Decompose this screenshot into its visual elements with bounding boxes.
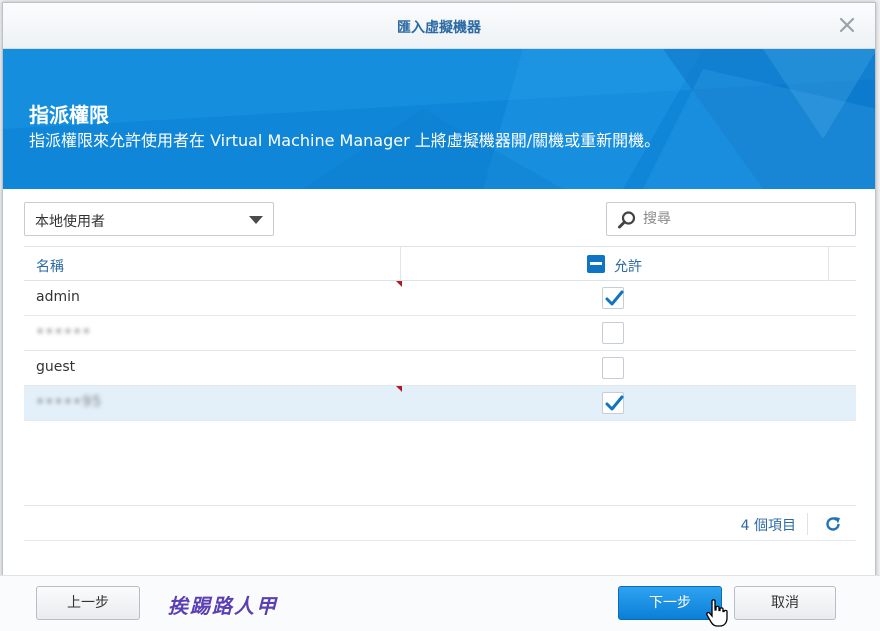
grid-toolbar: 本地使用者 <box>24 202 856 236</box>
allow-checkbox[interactable] <box>602 287 624 309</box>
dirty-flag-icon <box>396 281 402 287</box>
chevron-down-icon <box>249 216 263 224</box>
user-name: •••••95 <box>36 394 103 410</box>
table-row[interactable]: admin <box>24 281 856 316</box>
grid-footer: 4 個項目 <box>24 505 856 541</box>
table-row[interactable]: guest <box>24 351 856 386</box>
grid-header: 名稱 允許 <box>24 247 856 281</box>
search-icon <box>617 210 637 234</box>
table-row[interactable]: •••••95 <box>24 386 856 421</box>
user-name: admin <box>36 289 80 305</box>
banner-description: 指派權限來允許使用者在 Virtual Machine Manager 上將虛擬… <box>29 131 661 150</box>
select-all-checkbox[interactable] <box>587 255 605 273</box>
user-type-select[interactable]: 本地使用者 <box>24 202 274 236</box>
banner-heading: 指派權限 <box>29 103 109 127</box>
dialog-titlebar: 匯入虛擬機器 <box>3 3 875 49</box>
column-header-name[interactable]: 名稱 <box>36 256 64 276</box>
column-header-allow[interactable]: 允許 <box>614 256 642 276</box>
cancel-button[interactable]: 取消 <box>734 586 836 620</box>
user-name: guest <box>36 359 76 375</box>
table-row[interactable]: •••••• <box>24 316 856 351</box>
allow-checkbox[interactable] <box>602 322 624 344</box>
user-type-value: 本地使用者 <box>35 214 105 230</box>
checkmark-icon <box>605 290 624 306</box>
search-box[interactable] <box>606 202 856 236</box>
allow-checkbox[interactable] <box>602 392 624 414</box>
divider <box>807 513 808 535</box>
dialog-title: 匯入虛擬機器 <box>397 20 481 36</box>
checkmark-icon <box>605 395 624 411</box>
dialog-footer: 上一步 挨踢路人甲 下一步 取消 <box>0 575 880 631</box>
grid-body: admin •••••• guest •••••95 <box>24 281 856 421</box>
user-name: •••••• <box>36 324 92 340</box>
hand-cursor-icon <box>704 598 730 631</box>
column-divider <box>828 247 829 281</box>
refresh-icon[interactable] <box>824 515 842 537</box>
header-banner: 指派權限 指派權限來允許使用者在 Virtual Machine Manager… <box>3 49 875 189</box>
item-count: 4 個項目 <box>740 518 796 534</box>
permission-grid: 名稱 允許 admin •••••• guest •••••95 4 個項目 <box>24 246 856 542</box>
column-divider <box>400 247 401 281</box>
banner-background <box>3 49 875 189</box>
dirty-flag-icon <box>396 386 402 392</box>
allow-checkbox[interactable] <box>602 357 624 379</box>
search-input[interactable] <box>643 209 843 229</box>
watermark-text: 挨踢路人甲 <box>168 594 278 618</box>
close-icon[interactable] <box>837 15 857 35</box>
previous-button[interactable]: 上一步 <box>36 586 140 620</box>
